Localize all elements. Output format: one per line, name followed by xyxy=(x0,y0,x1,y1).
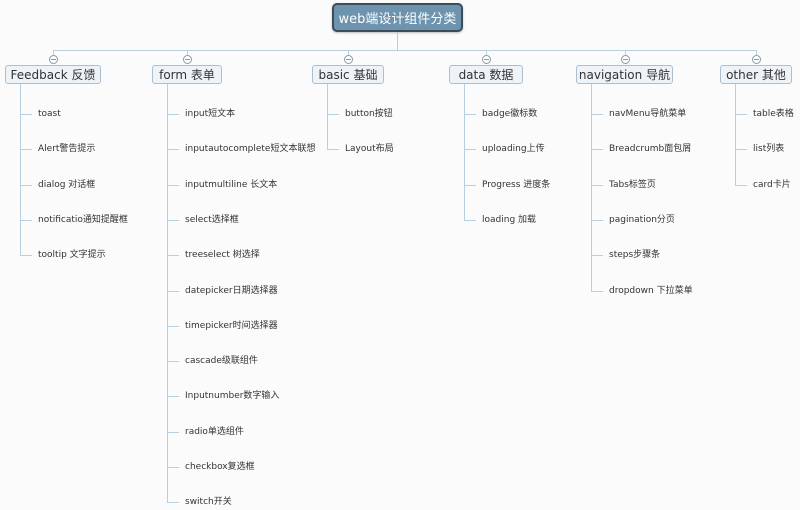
subtopic-connector xyxy=(167,149,179,150)
subtopic-item[interactable]: uploading上传 xyxy=(482,143,545,155)
subtopic-connector xyxy=(735,149,747,150)
subtopic-connector xyxy=(591,114,603,115)
collapse-toggle-icon[interactable] xyxy=(482,55,491,64)
subtopic-connector xyxy=(20,114,32,115)
subtopic-item[interactable]: button按钮 xyxy=(345,108,393,120)
branch-topic[interactable]: form 表单 xyxy=(152,65,222,84)
subtopic-item[interactable]: Alert警告提示 xyxy=(38,143,95,155)
subtopic-item[interactable]: table表格 xyxy=(753,108,794,120)
subtopic-item[interactable]: treeselect 树选择 xyxy=(185,249,260,261)
subtopic-connector xyxy=(591,255,603,256)
subtopic-trunk xyxy=(167,84,168,503)
collapse-toggle-icon[interactable] xyxy=(620,55,630,64)
subtopic-connector xyxy=(167,396,179,397)
subtopic-item[interactable]: datepicker日期选择器 xyxy=(185,285,278,297)
subtopic-connector xyxy=(20,149,32,150)
subtopic-trunk xyxy=(464,84,465,220)
collapse-toggle-icon[interactable] xyxy=(49,55,58,64)
subtopic-item[interactable]: navMenu导航菜单 xyxy=(609,108,686,120)
subtopic-connector xyxy=(591,291,603,292)
collapse-toggle-icon[interactable] xyxy=(183,55,192,64)
branch-topic[interactable]: other 其他 xyxy=(720,65,792,84)
collapse-toggle-icon[interactable] xyxy=(344,55,353,64)
subtopic-item[interactable]: steps步骤条 xyxy=(609,249,660,261)
subtopic-connector xyxy=(167,326,179,327)
subtopic-connector xyxy=(167,467,179,468)
subtopic-item[interactable]: dropdown 下拉菜单 xyxy=(609,285,693,297)
subtopic-item[interactable]: timepicker时间选择器 xyxy=(185,320,278,332)
subtopic-trunk xyxy=(20,84,21,256)
subtopic-connector xyxy=(735,114,747,115)
subtopic-item[interactable]: Inputnumber数字输入 xyxy=(185,390,279,402)
subtopic-item[interactable]: select选择框 xyxy=(185,214,239,226)
subtopic-connector xyxy=(20,220,32,221)
subtopic-item[interactable]: radio单选组件 xyxy=(185,426,244,438)
subtopic-item[interactable]: Layout布局 xyxy=(345,143,394,155)
subtopic-connector xyxy=(464,114,476,115)
subtopic-connector xyxy=(464,185,476,186)
subtopic-connector xyxy=(167,220,179,221)
subtopic-connector xyxy=(327,149,339,150)
subtopic-connector xyxy=(167,361,179,362)
subtopic-item[interactable]: badge徽标数 xyxy=(482,108,537,120)
subtopic-item[interactable]: switch开关 xyxy=(185,496,232,508)
subtopic-connector xyxy=(591,185,603,186)
subtopic-connector xyxy=(167,291,179,292)
subtopic-connector xyxy=(591,220,603,221)
root-topic[interactable]: web端设计组件分类 xyxy=(332,3,463,32)
subtopic-item[interactable]: toast xyxy=(38,108,61,120)
subtopic-item[interactable]: Tabs标签页 xyxy=(609,179,656,191)
subtopic-trunk xyxy=(327,84,328,150)
subtopic-item[interactable]: card卡片 xyxy=(753,179,791,191)
subtopic-item[interactable]: tooltip 文字提示 xyxy=(38,249,106,261)
branch-topic[interactable]: navigation 导航 xyxy=(576,65,673,84)
branch-topic[interactable]: basic 基础 xyxy=(312,65,384,84)
subtopic-connector xyxy=(167,185,179,186)
subtopic-connector xyxy=(735,185,747,186)
subtopic-item[interactable]: pagination分页 xyxy=(609,214,675,226)
root-connector xyxy=(397,32,398,50)
subtopic-item[interactable]: dialog 对话框 xyxy=(38,179,95,191)
subtopic-item[interactable]: loading 加载 xyxy=(482,214,536,226)
subtopic-item[interactable]: Breadcrumb面包屑 xyxy=(609,143,691,155)
branch-topic[interactable]: data 数据 xyxy=(449,65,523,84)
branch-topic[interactable]: Feedback 反馈 xyxy=(5,65,101,84)
subtopic-connector xyxy=(20,255,32,256)
subtopic-connector xyxy=(464,220,476,221)
subtopic-item[interactable]: cascade级联组件 xyxy=(185,355,258,367)
subtopic-item[interactable]: inputautocomplete短文本联想 xyxy=(185,143,315,155)
subtopic-connector xyxy=(167,255,179,256)
subtopic-connector xyxy=(20,185,32,186)
subtopic-item[interactable]: Progress 进度条 xyxy=(482,179,550,191)
collapse-toggle-icon[interactable] xyxy=(752,55,761,64)
subtopic-connector xyxy=(591,149,603,150)
subtopic-item[interactable]: inputmultiline 长文本 xyxy=(185,179,277,191)
branch-bus xyxy=(53,50,756,51)
subtopic-trunk xyxy=(735,84,736,185)
subtopic-connector xyxy=(167,502,179,503)
mindmap-canvas: web端设计组件分类 Feedback 反馈 toast Alert警告提示 dialo… xyxy=(0,0,800,510)
subtopic-item[interactable]: checkbox复选框 xyxy=(185,461,255,473)
subtopic-item[interactable]: list列表 xyxy=(753,143,784,155)
subtopic-connector xyxy=(167,114,179,115)
subtopic-item[interactable]: input短文本 xyxy=(185,108,235,120)
subtopic-connector xyxy=(167,432,179,433)
subtopic-item[interactable]: notificatio通知提醒框 xyxy=(38,214,128,226)
subtopic-connector xyxy=(327,114,339,115)
subtopic-connector xyxy=(464,149,476,150)
